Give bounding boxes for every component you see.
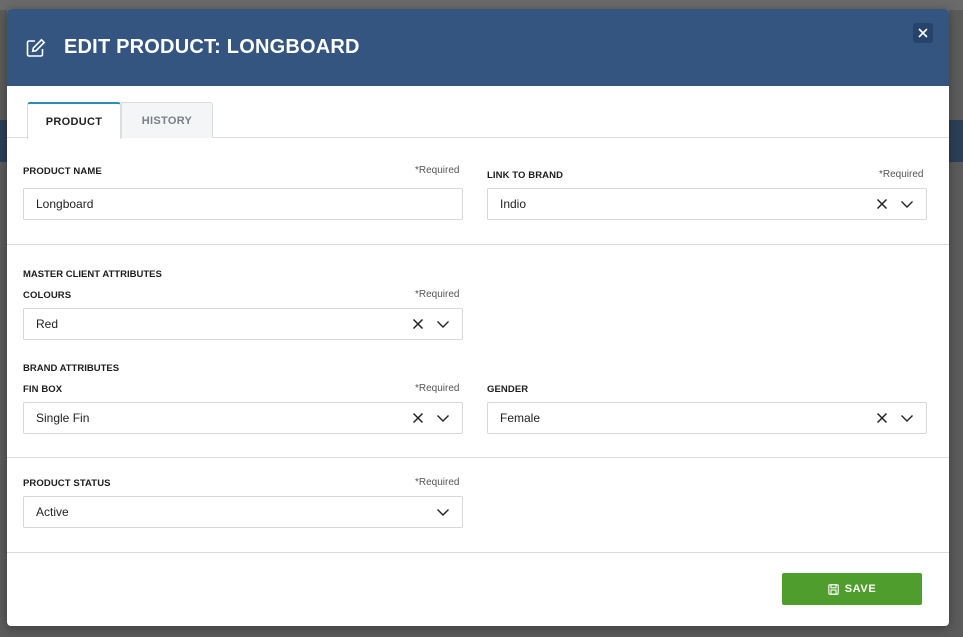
clear-icon[interactable]: [411, 317, 425, 331]
attributes-section: MASTER CLIENT ATTRIBUTES COLOURS *Requir…: [7, 245, 949, 458]
status-section: PRODUCT STATUS *Required Active: [7, 458, 949, 553]
link-to-brand-select[interactable]: Indio: [487, 188, 927, 220]
gender-value: Female: [500, 411, 541, 425]
colours-select[interactable]: Red: [23, 308, 463, 340]
fin-box-label: FIN BOX: [23, 384, 63, 395]
save-button[interactable]: SAVE: [782, 573, 922, 605]
colours-label: COLOURS: [23, 290, 72, 301]
fin-box-required: *Required: [415, 383, 460, 394]
clear-icon[interactable]: [875, 197, 889, 211]
product-status-required: *Required: [415, 477, 460, 488]
link-to-brand-required: *Required: [879, 169, 924, 180]
colours-value: Red: [36, 317, 59, 331]
tab-history[interactable]: HISTORY: [121, 102, 213, 138]
chevron-down-icon[interactable]: [900, 197, 914, 211]
product-status-select[interactable]: Active: [23, 496, 463, 528]
brand-attributes-title: BRAND ATTRIBUTES: [23, 363, 120, 374]
product-status-label: PRODUCT STATUS: [23, 478, 111, 489]
product-name-input[interactable]: Longboard: [23, 188, 463, 220]
modal-title: EDIT PRODUCT: LONGBOARD: [64, 36, 360, 58]
close-button[interactable]: [913, 23, 933, 43]
edit-product-modal: EDIT PRODUCT: LONGBOARD PRODUCT HISTORY …: [7, 9, 949, 626]
save-label: SAVE: [844, 583, 877, 595]
master-client-attributes-title: MASTER CLIENT ATTRIBUTES: [23, 269, 162, 280]
gender-select[interactable]: Female: [487, 402, 927, 434]
colours-required: *Required: [415, 289, 460, 300]
tab-bar: PRODUCT HISTORY: [7, 86, 949, 139]
link-to-brand-value: Indio: [500, 197, 527, 211]
clear-icon[interactable]: [875, 411, 889, 425]
product-status-value: Active: [36, 505, 69, 519]
clear-icon[interactable]: [411, 411, 425, 425]
floppy-disk-icon: [827, 583, 839, 595]
backdrop-right-band: [948, 120, 963, 162]
close-icon: [918, 28, 928, 38]
link-to-brand-label: LINK TO BRAND: [487, 170, 564, 181]
product-name-required: *Required: [415, 165, 460, 176]
chevron-down-icon[interactable]: [900, 411, 914, 425]
product-name-label: PRODUCT NAME: [23, 166, 102, 177]
backdrop-left-band: [0, 120, 7, 162]
fin-box-select[interactable]: Single Fin: [23, 402, 463, 434]
chevron-down-icon[interactable]: [436, 317, 450, 331]
edit-icon: [25, 37, 47, 59]
chevron-down-icon[interactable]: [436, 411, 450, 425]
modal-footer: SAVE: [7, 553, 949, 626]
modal-header: EDIT PRODUCT: LONGBOARD: [7, 9, 949, 86]
fin-box-value: Single Fin: [36, 411, 90, 425]
product-section: PRODUCT NAME *Required Longboard LINK TO…: [7, 138, 949, 245]
gender-label: GENDER: [487, 384, 529, 395]
chevron-down-icon[interactable]: [436, 505, 450, 519]
product-name-value: Longboard: [36, 197, 94, 211]
tab-product[interactable]: PRODUCT: [27, 102, 121, 139]
